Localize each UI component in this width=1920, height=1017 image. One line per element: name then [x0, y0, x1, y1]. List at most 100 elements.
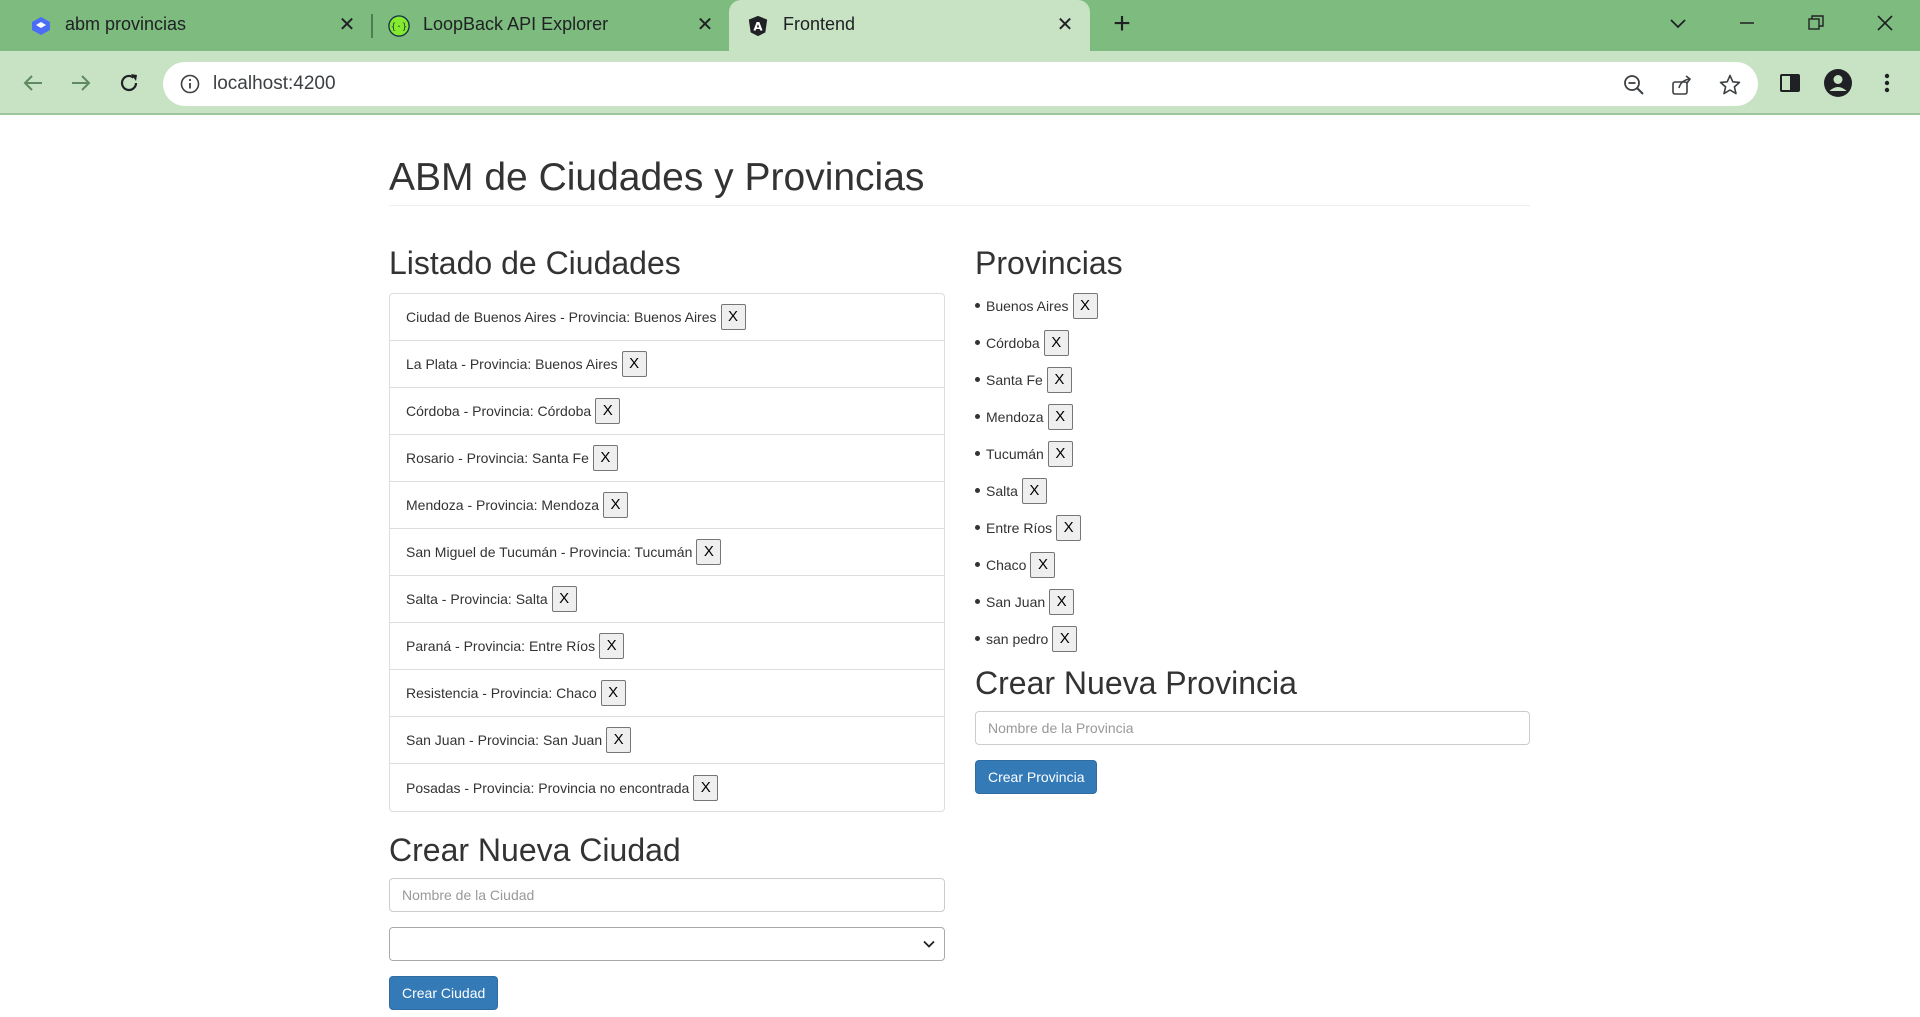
province-label: Tucumán — [986, 445, 1044, 462]
share-icon[interactable] — [1670, 73, 1694, 97]
province-list: Buenos Aires X Córdoba X Santa Fe X Mendoza X Tu… — [975, 287, 1530, 657]
page-header: ABM de Ciudades y Provincias — [389, 155, 1530, 206]
create-province-heading: Crear Nueva Provincia — [975, 665, 1297, 701]
delete-city-button[interactable]: X — [696, 539, 722, 565]
delete-city-button[interactable]: X — [606, 727, 632, 753]
province-label: San Juan — [986, 593, 1046, 610]
province-label: Buenos Aires — [986, 297, 1069, 314]
side-panel-icon[interactable] — [1772, 65, 1808, 101]
delete-province-button[interactable]: X — [1047, 440, 1073, 467]
close-window-icon[interactable] — [1865, 8, 1905, 38]
province-name-input[interactable]: Nombre de la Provincia — [975, 711, 1530, 745]
profile-avatar-icon[interactable] — [1820, 65, 1856, 101]
city-list: Ciudad de Buenos Aires - Provincia: Buen… — [389, 293, 945, 812]
city-label: Rosario - Provincia: Santa Fe — [406, 450, 589, 466]
svg-text:{·}: {·} — [391, 22, 408, 33]
city-list-item: Mendoza - Provincia: Mendoza X — [390, 482, 944, 529]
delete-city-button[interactable]: X — [621, 351, 647, 377]
province-select[interactable] — [389, 927, 945, 961]
delete-city-button[interactable]: X — [599, 633, 625, 659]
menu-kebab-icon[interactable] — [1869, 65, 1905, 101]
city-list-item: Paraná - Provincia: Entre Ríos X — [390, 623, 944, 670]
delete-province-button[interactable]: X — [1056, 514, 1082, 541]
create-city-button[interactable]: Crear Ciudad — [389, 976, 499, 1010]
tab-frontend[interactable]: A Frontend ✕ — [729, 0, 1090, 51]
province-list-item: Tucumán X — [975, 435, 1530, 472]
city-list-item: Salta - Provincia: Salta X — [390, 576, 944, 623]
delete-city-button[interactable]: X — [600, 680, 626, 706]
delete-city-button[interactable]: X — [720, 304, 746, 330]
api-icon: {·} — [388, 15, 410, 37]
delete-province-button[interactable]: X — [1047, 403, 1073, 430]
province-list-item: Chaco X — [975, 546, 1530, 583]
city-list-item: Resistencia - Provincia: Chaco X — [390, 670, 944, 717]
delete-province-button[interactable]: X — [1052, 625, 1078, 652]
new-tab-icon[interactable]: + — [1108, 9, 1136, 39]
site-info-icon[interactable] — [179, 73, 201, 95]
bullet-icon — [975, 488, 980, 493]
tab-strip: abm provincias ✕ {·} LoopBack API Explor… — [0, 0, 1920, 51]
reload-icon[interactable] — [111, 65, 147, 101]
delete-city-button[interactable]: X — [595, 398, 621, 424]
delete-province-button[interactable]: X — [1030, 551, 1056, 578]
province-label: Santa Fe — [986, 371, 1043, 388]
delete-city-button[interactable]: X — [592, 445, 618, 471]
tab-title: LoopBack API Explorer — [423, 14, 609, 34]
province-name-placeholder: Nombre de la Provincia — [988, 720, 1134, 736]
delete-city-button[interactable]: X — [603, 492, 628, 518]
create-city-heading: Crear Nueva Ciudad — [389, 832, 681, 868]
restore-icon[interactable] — [1796, 8, 1836, 38]
province-label: Salta — [986, 482, 1018, 499]
close-tab-icon[interactable]: ✕ — [335, 13, 359, 37]
city-label: Resistencia - Provincia: Chaco — [406, 685, 597, 701]
tab-loopback[interactable]: {·} LoopBack API Explorer ✕ — [359, 0, 729, 51]
stack-icon — [30, 15, 52, 37]
delete-province-button[interactable]: X — [1046, 366, 1072, 393]
url-text: localhost:4200 — [213, 73, 336, 94]
bullet-icon — [975, 599, 980, 604]
city-list-item: Posadas - Provincia: Provincia no encont… — [390, 764, 944, 811]
delete-city-button[interactable]: X — [693, 774, 719, 801]
city-name-input[interactable]: Nombre de la Ciudad — [389, 878, 945, 912]
zoom-icon[interactable] — [1622, 73, 1646, 97]
delete-province-button[interactable]: X — [1072, 292, 1098, 319]
province-list-item: Mendoza X — [975, 398, 1530, 435]
browser-toolbar: localhost:4200 — [0, 51, 1920, 115]
address-bar[interactable]: localhost:4200 — [163, 62, 1758, 106]
back-icon[interactable] — [15, 65, 51, 101]
close-tab-icon[interactable]: ✕ — [693, 13, 717, 37]
bookmark-star-icon[interactable] — [1718, 73, 1742, 97]
delete-province-button[interactable]: X — [1021, 477, 1047, 504]
delete-province-button[interactable]: X — [1049, 588, 1075, 615]
province-list-item: Buenos Aires X — [975, 287, 1530, 324]
city-label: San Miguel de Tucumán - Provincia: Tucum… — [406, 544, 693, 560]
province-list-item: Salta X — [975, 472, 1530, 509]
delete-province-button[interactable]: X — [1043, 329, 1069, 356]
delete-city-button[interactable]: X — [551, 586, 577, 612]
province-label: Chaco — [986, 556, 1027, 573]
tab-title: Frontend — [783, 14, 856, 34]
cities-column: Listado de Ciudades Ciudad de Buenos Air… — [389, 245, 945, 1010]
forward-icon[interactable] — [63, 65, 99, 101]
province-list-item: San Juan X — [975, 583, 1530, 620]
city-label: Paraná - Provincia: Entre Ríos — [406, 638, 596, 654]
create-province-button[interactable]: Crear Provincia — [975, 760, 1098, 794]
city-label: La Plata - Provincia: Buenos Aires — [406, 356, 618, 372]
province-list-item: Córdoba X — [975, 324, 1530, 361]
city-list-item: La Plata - Provincia: Buenos Aires X — [390, 341, 944, 388]
svg-text:A: A — [753, 20, 763, 34]
bullet-icon — [975, 414, 980, 419]
tab-abm-provincias[interactable]: abm provincias ✕ — [0, 0, 371, 51]
close-tab-icon[interactable]: ✕ — [1053, 13, 1077, 37]
city-label: San Juan - Provincia: San Juan — [406, 732, 603, 748]
province-label: san pedro — [986, 630, 1049, 647]
city-label: Ciudad de Buenos Aires - Provincia: Buen… — [406, 309, 717, 325]
minimize-icon[interactable] — [1727, 8, 1767, 38]
province-label: Entre Ríos — [986, 519, 1053, 536]
city-label: Posadas - Provincia: Provincia no encont… — [406, 779, 690, 796]
province-list-item: san pedro X — [975, 620, 1530, 657]
tab-search-chevron-icon[interactable] — [1658, 8, 1698, 38]
bullet-icon — [975, 377, 980, 382]
tab-title: abm provincias — [65, 14, 187, 34]
bullet-icon — [975, 636, 980, 641]
